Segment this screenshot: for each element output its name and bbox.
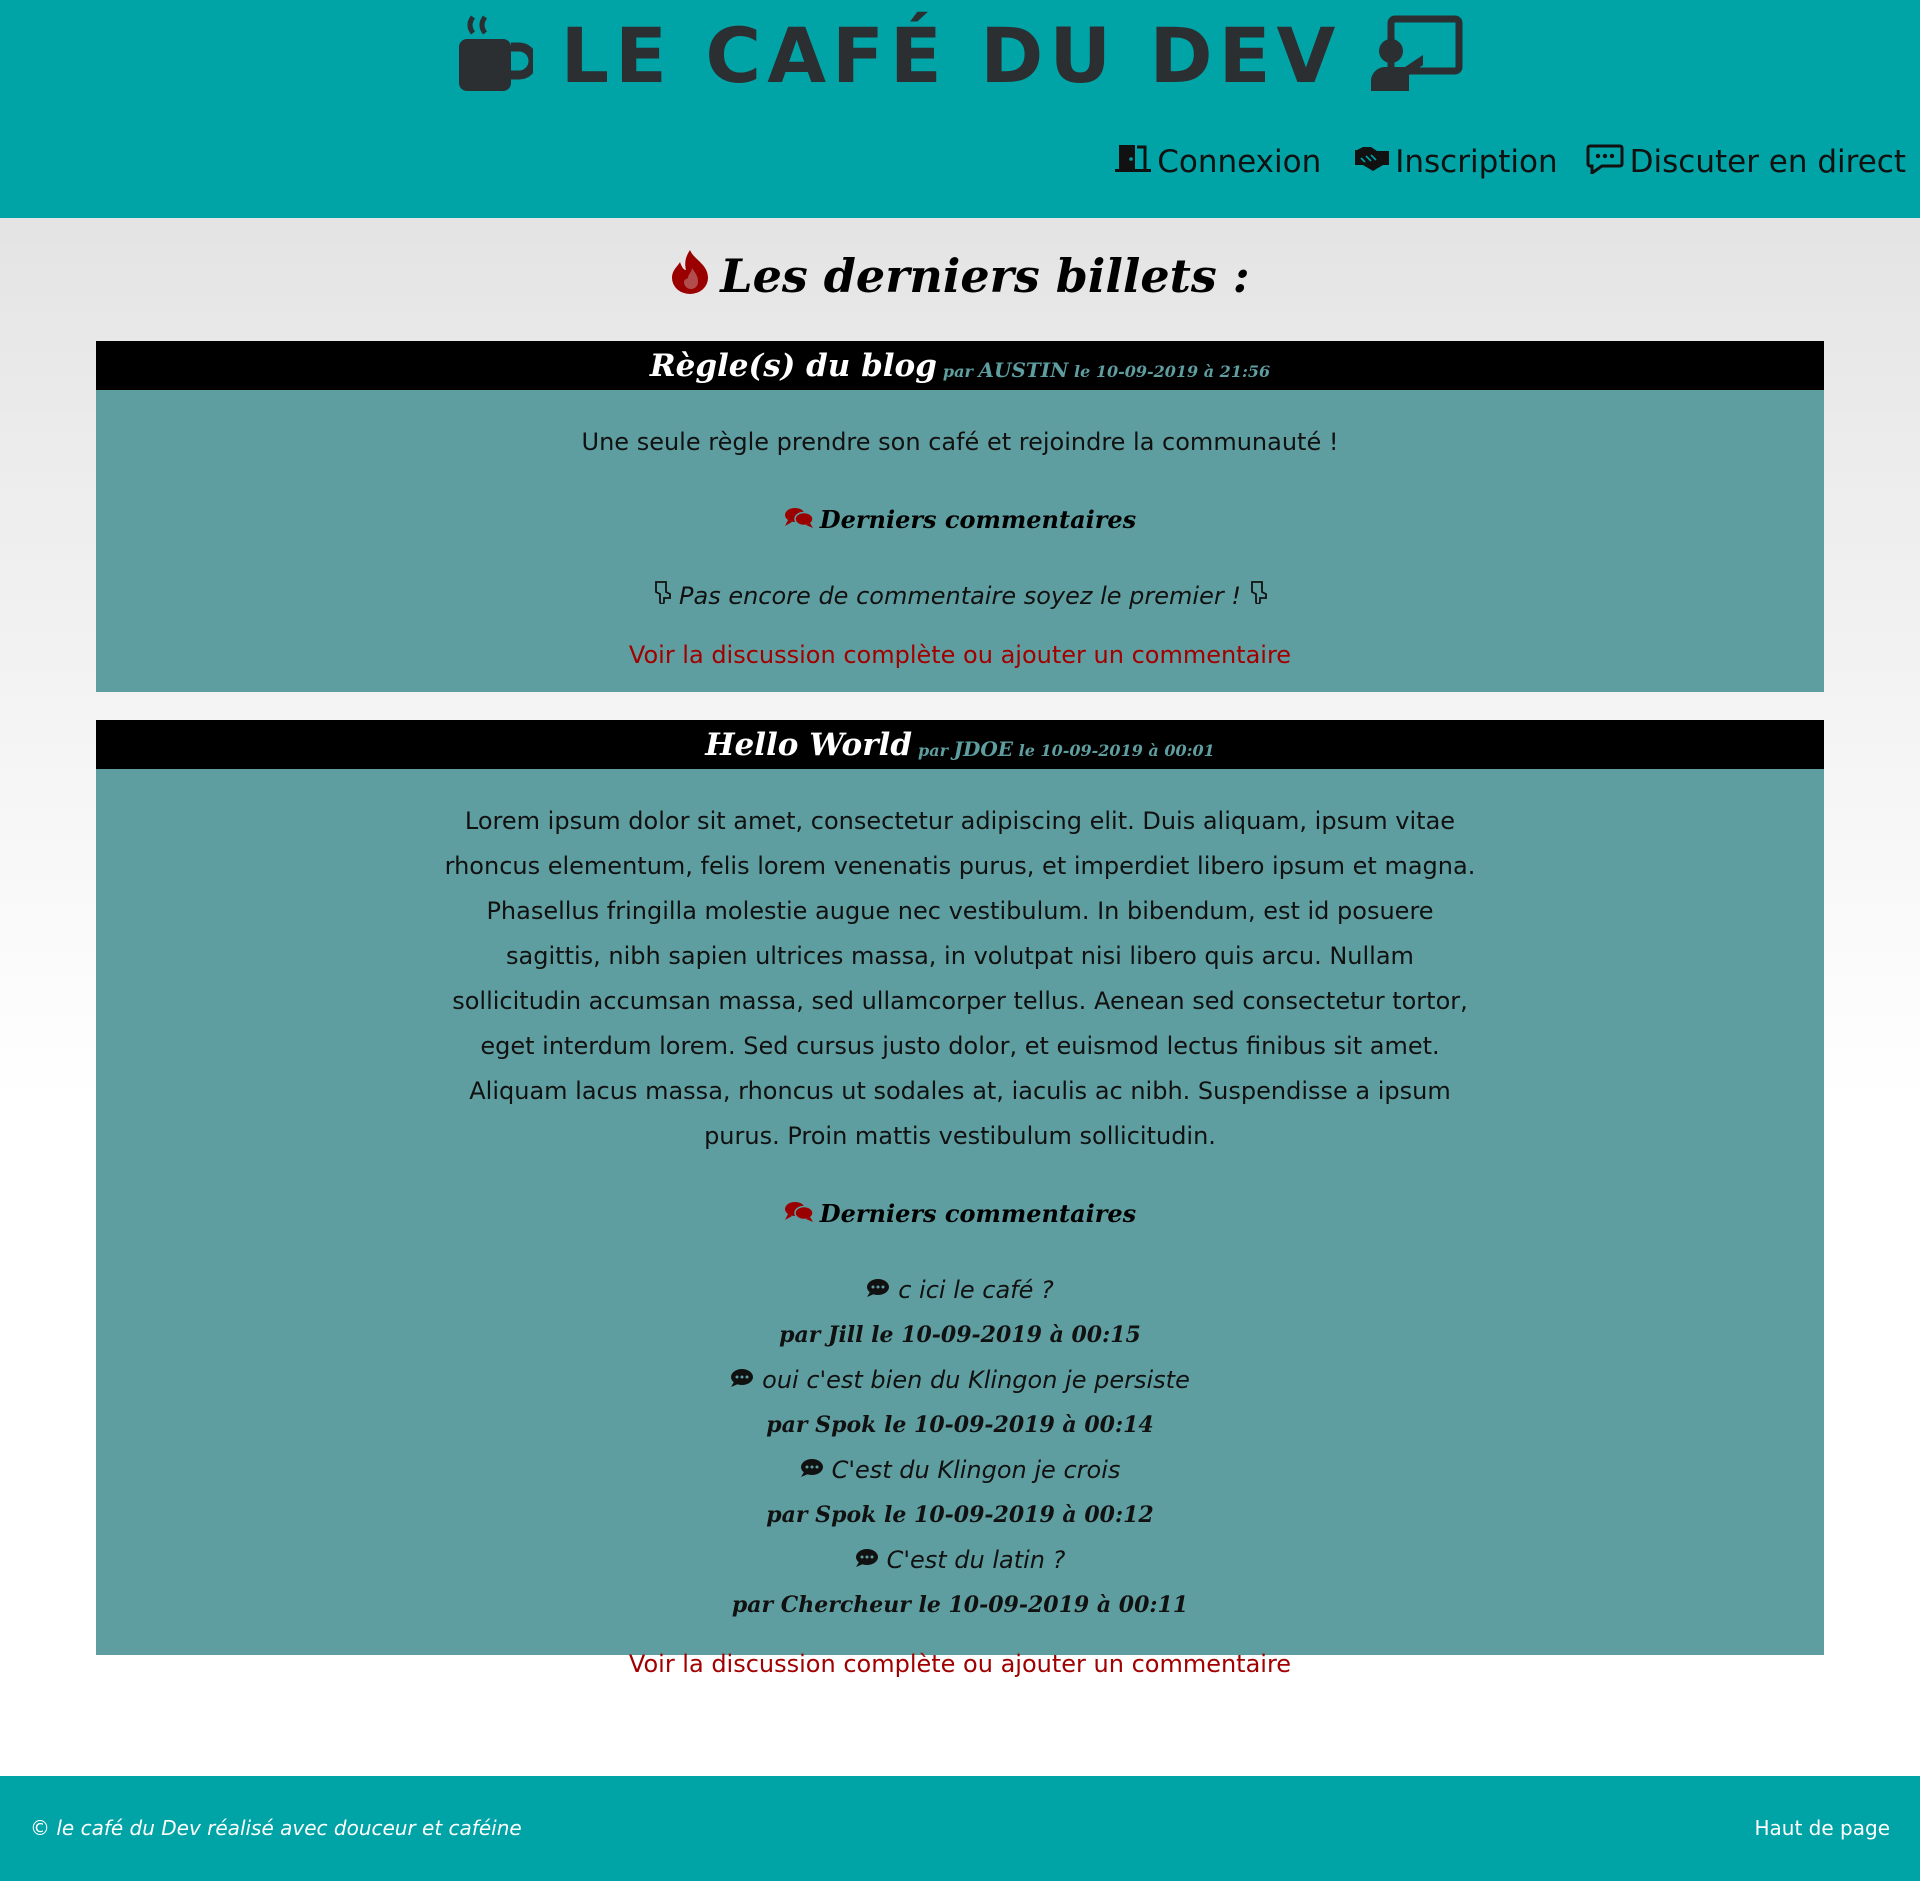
- site-footer: © le café du Dev réalisé avec douceur et…: [0, 1776, 1920, 1881]
- pointing-down-icon: [651, 574, 673, 619]
- nav-inscription[interactable]: Inscription: [1349, 144, 1558, 180]
- post-body: Une seule règle prendre son café et rejo…: [96, 420, 1824, 678]
- speech-bubble-icon: [866, 1268, 890, 1313]
- comment-body: c ici le café ?: [898, 1276, 1054, 1304]
- nav-inscription-label: Inscription: [1395, 144, 1558, 180]
- view-discussion-link[interactable]: Voir la discussion complète ou ajouter u…: [629, 641, 1291, 669]
- section-title-text: Les derniers billets :: [720, 249, 1250, 303]
- nav-chat-label: Discuter en direct: [1629, 144, 1906, 180]
- site-header: LE CAFÉ DU DEV Connexion Inscription Dis…: [0, 0, 1920, 218]
- post-card: Règle(s) du blog par AUSTIN le 10-09-201…: [96, 341, 1824, 692]
- post-content: Une seule règle prendre son café et rejo…: [581, 428, 1339, 456]
- pointing-down-icon: [1247, 574, 1269, 619]
- post-body: Lorem ipsum dolor sit amet, consectetur …: [96, 799, 1824, 1687]
- comment: C'est du Klingon je crois par Spok le 10…: [96, 1448, 1824, 1538]
- brand[interactable]: LE CAFÉ DU DEV: [0, 8, 1920, 104]
- comment-list: c ici le café ? par Jill le 10-09-2019 à…: [96, 1268, 1824, 1628]
- post-header: Hello World par JDOE le 10-09-2019 à 00:…: [96, 720, 1824, 769]
- copyright: © le café du Dev réalisé avec douceur et…: [30, 1816, 522, 1840]
- nav-connexion[interactable]: Connexion: [1115, 143, 1321, 181]
- section-title: Les derniers billets :: [0, 246, 1920, 306]
- post-le: le: [1018, 740, 1035, 760]
- flame-icon: [670, 248, 710, 305]
- post-content: Lorem ipsum dolor sit amet, consectetur …: [444, 807, 1476, 1150]
- post-le: le: [1073, 361, 1091, 381]
- comment-body: C'est du latin ?: [886, 1546, 1066, 1574]
- nav-connexion-label: Connexion: [1157, 144, 1322, 180]
- speech-bubble-icon: [730, 1358, 754, 1403]
- comment: oui c'est bien du Klingon je persiste pa…: [96, 1358, 1824, 1448]
- comments-title-text: Derniers commentaires: [819, 505, 1137, 534]
- view-discussion-link[interactable]: Voir la discussion complète ou ajouter u…: [629, 1650, 1291, 1678]
- comment-body: C'est du Klingon je crois: [831, 1456, 1121, 1484]
- comment-meta: par Chercheur le 10-09-2019 à 00:11: [731, 1592, 1189, 1618]
- post-title[interactable]: Règle(s) du blog: [650, 348, 937, 384]
- chat-icon: [1586, 142, 1624, 182]
- comments-icon: [784, 497, 814, 542]
- post-card: Hello World par JDOE le 10-09-2019 à 00:…: [96, 720, 1824, 1678]
- post-meta: par AUSTIN le 10-09-2019 à 21:56: [943, 350, 1270, 382]
- door-icon: [1115, 143, 1152, 181]
- comment: C'est du latin ? par Chercheur le 10-09-…: [96, 1538, 1824, 1628]
- post-meta: par JDOE le 10-09-2019 à 00:01: [918, 729, 1215, 761]
- teacher-screen-icon: [1369, 15, 1463, 97]
- comment: c ici le café ? par Jill le 10-09-2019 à…: [96, 1268, 1824, 1358]
- brand-title: LE CAFÉ DU DEV: [560, 11, 1342, 100]
- no-comment-text: Pas encore de commentaire soyez le premi…: [679, 582, 1241, 610]
- handshake-icon: [1349, 144, 1390, 180]
- comment-meta: par Jill le 10-09-2019 à 00:15: [779, 1322, 1141, 1348]
- post-date: 10-09-2019 à 21:56: [1095, 361, 1271, 381]
- post-author: JDOE: [953, 736, 1014, 761]
- comments-icon: [784, 1191, 814, 1236]
- post-author: AUSTIN: [978, 357, 1069, 382]
- comment-text: C'est du latin ?: [96, 1538, 1824, 1583]
- back-to-top-link[interactable]: Haut de page: [1755, 1816, 1890, 1840]
- nav-chat[interactable]: Discuter en direct: [1586, 142, 1906, 182]
- no-comment-message: Pas encore de commentaire soyez le premi…: [96, 574, 1824, 619]
- comments-title: Derniers commentaires: [96, 497, 1824, 542]
- speech-bubble-icon: [855, 1538, 879, 1583]
- main-nav: Connexion Inscription Discuter en direct: [1115, 142, 1906, 182]
- post-by: par: [942, 361, 973, 381]
- comments-title: Derniers commentaires: [96, 1191, 1824, 1236]
- speech-bubble-icon: [800, 1448, 824, 1493]
- post-title[interactable]: Hello World: [705, 727, 912, 763]
- comment-text: c ici le café ?: [96, 1268, 1824, 1313]
- comments-title-text: Derniers commentaires: [819, 1199, 1137, 1228]
- comment-body: oui c'est bien du Klingon je persiste: [762, 1366, 1190, 1394]
- comment-text: oui c'est bien du Klingon je persiste: [96, 1358, 1824, 1403]
- post-by: par: [918, 740, 948, 760]
- comment-text: C'est du Klingon je crois: [96, 1448, 1824, 1493]
- comment-meta: par Spok le 10-09-2019 à 00:14: [766, 1412, 1154, 1438]
- main-content: Les derniers billets : Règle(s) du blog …: [0, 218, 1920, 1678]
- comment-meta: par Spok le 10-09-2019 à 00:12: [766, 1502, 1154, 1528]
- post-header: Règle(s) du blog par AUSTIN le 10-09-201…: [96, 341, 1824, 390]
- post-date: 10-09-2019 à 00:01: [1040, 740, 1215, 760]
- coffee-cup-icon: [457, 15, 538, 97]
